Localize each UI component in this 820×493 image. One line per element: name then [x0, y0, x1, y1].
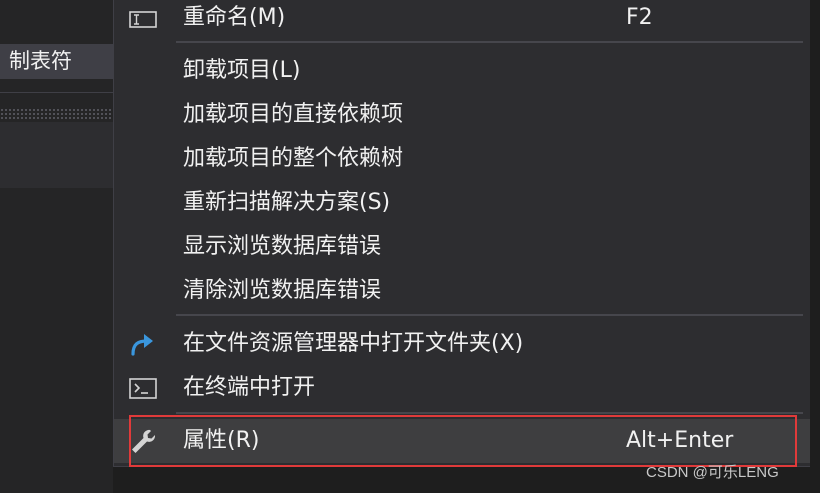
background-gutter [810, 0, 820, 493]
divider [0, 92, 113, 93]
menu-item-unload-project[interactable]: 卸载项目(L) [114, 49, 811, 93]
menu-item-open-folder-in-explorer[interactable]: 在文件资源管理器中打开文件夹(X) [114, 322, 811, 366]
menu-item-label: 加载项目的整个依赖树 [183, 146, 404, 171]
menu-item-load-entire-dependency-tree[interactable]: 加载项目的整个依赖树 [114, 137, 811, 181]
left-panel-content [0, 122, 113, 188]
menu-item-label: 加载项目的直接依赖项 [183, 102, 404, 127]
menu-separator [176, 314, 803, 316]
menu-item-label: 重新扫描解决方案(S) [183, 190, 391, 215]
menu-item-label: 显示浏览数据库错误 [183, 234, 382, 259]
menu-separator [176, 41, 803, 43]
menu-item-label: 重命名(M) [183, 5, 286, 30]
drag-handle-dots[interactable] [0, 108, 113, 120]
menu-item-rescan-solution[interactable]: 重新扫描解决方案(S) [114, 181, 811, 225]
menu-item-label: 在终端中打开 [183, 375, 316, 400]
context-menu: 重命名(M) F2 卸载项目(L) 加载项目的直接依赖项 加载项目的整个依赖树 … [113, 0, 811, 467]
terminal-icon [128, 374, 158, 402]
menu-separator [176, 412, 803, 414]
left-panel: 制表符 [0, 0, 113, 493]
menu-item-label: 清除浏览数据库错误 [183, 278, 382, 303]
tab-tabs[interactable]: 制表符 [0, 44, 113, 79]
shortcut-text: F2 [626, 5, 653, 30]
menu-item-label: 卸载项目(L) [183, 58, 301, 83]
menu-item-load-direct-dependencies[interactable]: 加载项目的直接依赖项 [114, 93, 811, 137]
highlight-annotation-box [129, 415, 797, 467]
menu-item-label: 在文件资源管理器中打开文件夹(X) [183, 331, 524, 356]
menu-item-clear-browse-db-errors[interactable]: 清除浏览数据库错误 [114, 269, 811, 313]
menu-item-show-browse-db-errors[interactable]: 显示浏览数据库错误 [114, 225, 811, 269]
menu-item-open-in-terminal[interactable]: 在终端中打开 [114, 366, 811, 410]
rename-icon [128, 4, 158, 32]
watermark: CSDN @可乐LENG [646, 464, 779, 481]
redo-arrow-icon [128, 330, 158, 358]
menu-item-rename[interactable]: 重命名(M) F2 [114, 0, 811, 40]
